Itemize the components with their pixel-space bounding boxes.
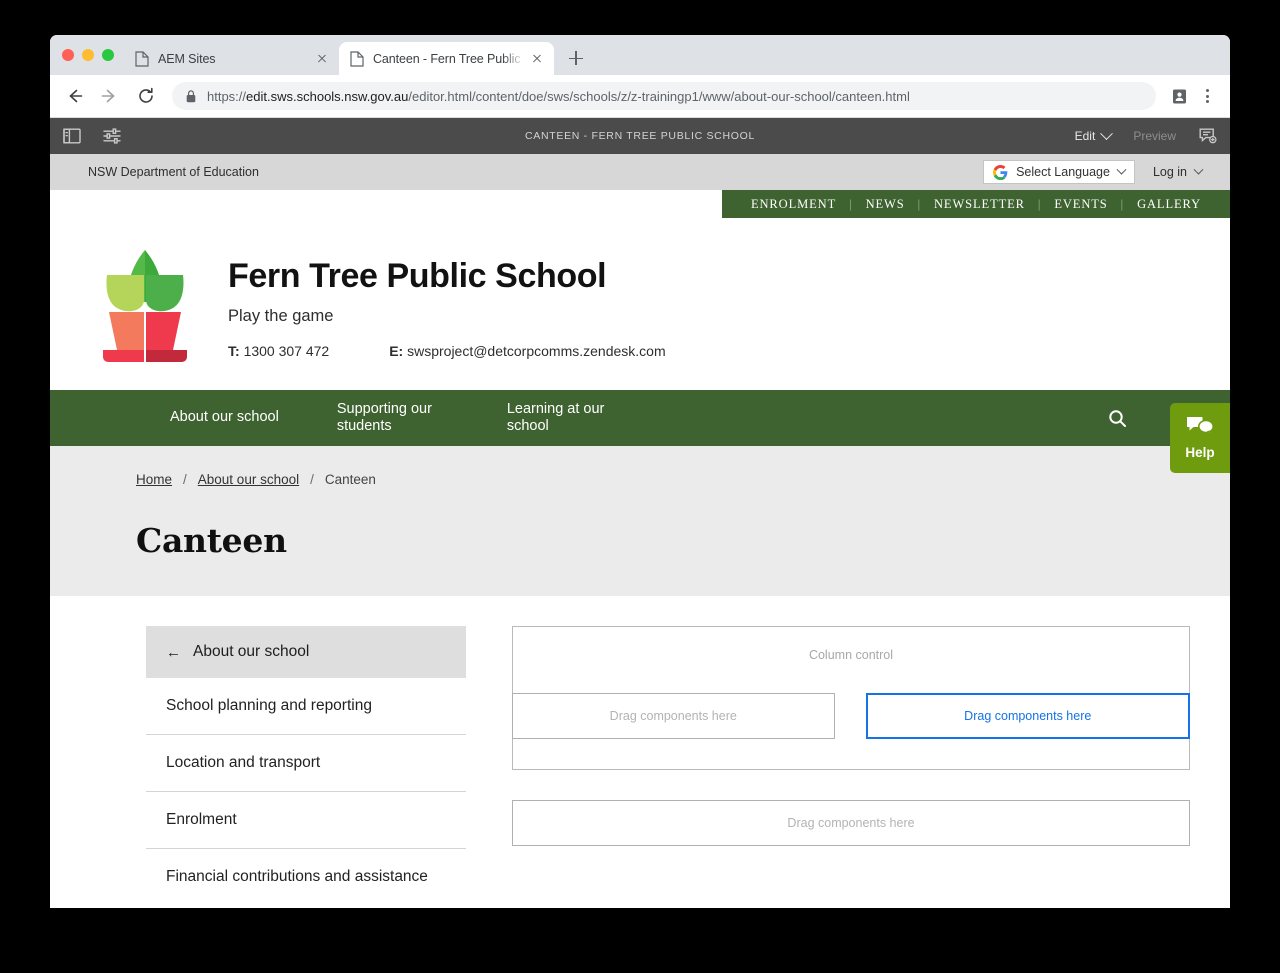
three-dot-menu-icon[interactable] (1194, 83, 1220, 109)
nav-item-learning-at-our-school[interactable]: Learning at our school (507, 401, 619, 435)
page-title-band: Home / About our school / Canteen Cantee… (50, 446, 1230, 596)
utility-nav-item-news[interactable]: NEWS (853, 197, 918, 212)
search-magnifier-icon[interactable] (1106, 407, 1128, 429)
column-control-footer (513, 739, 1189, 769)
page-content: ← About our school School planning and r… (50, 596, 1230, 891)
sidebar-item-enrolment[interactable]: Enrolment (146, 792, 466, 849)
utility-nav-item-enrolment[interactable]: ENROLMENT (738, 197, 849, 212)
browser-tab-canteen[interactable]: Canteen - Fern Tree Public Sch (339, 42, 554, 75)
column-control-component[interactable]: Column control Drag components here Drag… (512, 626, 1190, 770)
utility-nav-row: ENROLMENT | NEWS | NEWSLETTER | EVENTS |… (50, 190, 1230, 218)
potted-plant-logo (95, 244, 195, 362)
column-control-label: Column control (808, 648, 894, 662)
side-panel-toggle-icon[interactable] (62, 126, 82, 146)
breadcrumb-item-about-our-school[interactable]: About our school (198, 472, 299, 487)
language-label: Select Language (1016, 165, 1110, 179)
sidebar-item-location-transport[interactable]: Location and transport (146, 735, 466, 792)
browser-address-bar: https://edit.sws.schools.nsw.gov.au/edit… (50, 75, 1230, 118)
login-menu[interactable]: Log in (1152, 164, 1204, 179)
page-favicon-icon (350, 50, 364, 67)
department-label: NSW Department of Education (88, 165, 259, 179)
minimize-window-button[interactable] (82, 49, 94, 61)
nsw-department-bar: NSW Department of Education Select Langu… (50, 154, 1230, 190)
utility-nav-item-events[interactable]: EVENTS (1041, 197, 1120, 212)
browser-tab-strip: AEM Sites Canteen - Fern Tree Public Sch (50, 35, 1230, 75)
utility-nav: ENROLMENT | NEWS | NEWSLETTER | EVENTS |… (721, 190, 1230, 218)
sidebar-header-label: About our school (193, 643, 310, 660)
sidebar-item-about-our-school[interactable]: ← About our school (146, 626, 466, 678)
close-window-button[interactable] (62, 49, 74, 61)
school-contacts: T: 1300 307 472 E: swsproject@detcorpcom… (228, 343, 666, 359)
aem-mode-label: Edit (1074, 129, 1096, 143)
phone-value: 1300 307 472 (243, 343, 330, 360)
help-widget[interactable]: Help (1170, 403, 1230, 473)
nav-item-about-our-school[interactable]: About our school (170, 409, 279, 426)
section-sidebar-menu: ← About our school School planning and r… (146, 626, 466, 891)
nav-item-supporting-our-students[interactable]: Supporting our students (337, 401, 449, 435)
school-tagline: Play the game (228, 307, 334, 326)
dropzone-right-selected[interactable]: Drag components here (865, 693, 1190, 739)
maximize-window-button[interactable] (102, 49, 114, 61)
chevron-down-icon (1116, 164, 1127, 175)
breadcrumb-item-current: Canteen (324, 472, 376, 487)
chevron-down-icon (1100, 126, 1114, 140)
aem-editor-toolbar: CANTEEN - FERN TREE PUBLIC SCHOOL Edit P… (50, 118, 1230, 154)
page-information-sliders-icon[interactable] (102, 126, 122, 146)
window-traffic-lights (58, 35, 124, 75)
school-name: Fern Tree Public School (228, 257, 607, 295)
main-navigation: About our school Supporting our students… (50, 390, 1230, 446)
editor-canvas-column: Column control Drag components here Drag… (466, 626, 1190, 891)
close-tab-button[interactable] (314, 51, 330, 67)
school-brand-header: Fern Tree Public School Play the game T:… (50, 218, 1230, 390)
page-canvas: NSW Department of Education Select Langu… (50, 154, 1230, 891)
phone-label: T: (228, 343, 240, 360)
aem-mode-selector[interactable]: Edit (1074, 126, 1114, 143)
url-input[interactable]: https://edit.sws.schools.nsw.gov.au/edit… (172, 82, 1156, 110)
aem-preview-button[interactable]: Preview (1133, 129, 1176, 143)
close-tab-button[interactable] (529, 51, 545, 67)
tab-title: AEM Sites (158, 51, 216, 66)
chat-bubbles-icon (1186, 416, 1214, 441)
lock-icon (186, 89, 196, 103)
browser-window: AEM Sites Canteen - Fern Tree Public Sch (50, 35, 1230, 908)
dropzone-bottom[interactable]: Drag components here (512, 800, 1190, 846)
forward-arrow-icon[interactable] (96, 82, 124, 110)
utility-nav-item-newsletter[interactable]: NEWSLETTER (921, 197, 1038, 212)
sidebar-item-school-planning[interactable]: School planning and reporting (146, 678, 466, 735)
utility-nav-item-gallery[interactable]: GALLERY (1124, 197, 1214, 212)
back-arrow-icon: ← (166, 643, 181, 661)
login-label: Log in (1152, 165, 1187, 179)
dropzone-left[interactable]: Drag components here (512, 693, 835, 739)
browser-tab-aem-sites[interactable]: AEM Sites (124, 42, 339, 75)
back-arrow-icon[interactable] (60, 82, 88, 110)
breadcrumb-item-home[interactable]: Home (136, 472, 172, 487)
page-title: Canteen (136, 521, 287, 560)
tab-title: Canteen - Fern Tree Public Sch (373, 51, 525, 66)
help-label: Help (1185, 445, 1215, 460)
reload-icon[interactable] (132, 82, 160, 110)
language-select[interactable]: Select Language (983, 160, 1135, 184)
email-label: E: (389, 343, 404, 360)
google-g-icon (993, 164, 1008, 180)
annotations-add-icon[interactable] (1198, 126, 1218, 146)
breadcrumb-separator: / (183, 472, 187, 487)
page-favicon-icon (135, 50, 149, 67)
email-value: swsproject@detcorpcomms.zendesk.com (407, 343, 666, 360)
breadcrumb-separator: / (310, 472, 314, 487)
phone-block: T: 1300 307 472 (228, 343, 329, 359)
profile-badge-icon[interactable] (1166, 83, 1192, 109)
email-block: E: swsproject@detcorpcomms.zendesk.com (389, 343, 665, 359)
column-control-columns: Drag components here Drag components her… (512, 693, 1190, 739)
chevron-down-icon (1193, 164, 1204, 175)
aem-page-title: CANTEEN - FERN TREE PUBLIC SCHOOL (524, 130, 756, 142)
sidebar-item-financial-contributions[interactable]: Financial contributions and assistance (146, 849, 466, 891)
new-tab-plus-icon[interactable] (562, 44, 590, 72)
breadcrumb: Home / About our school / Canteen (136, 472, 1230, 487)
url-text: https://edit.sws.schools.nsw.gov.au/edit… (207, 88, 910, 104)
